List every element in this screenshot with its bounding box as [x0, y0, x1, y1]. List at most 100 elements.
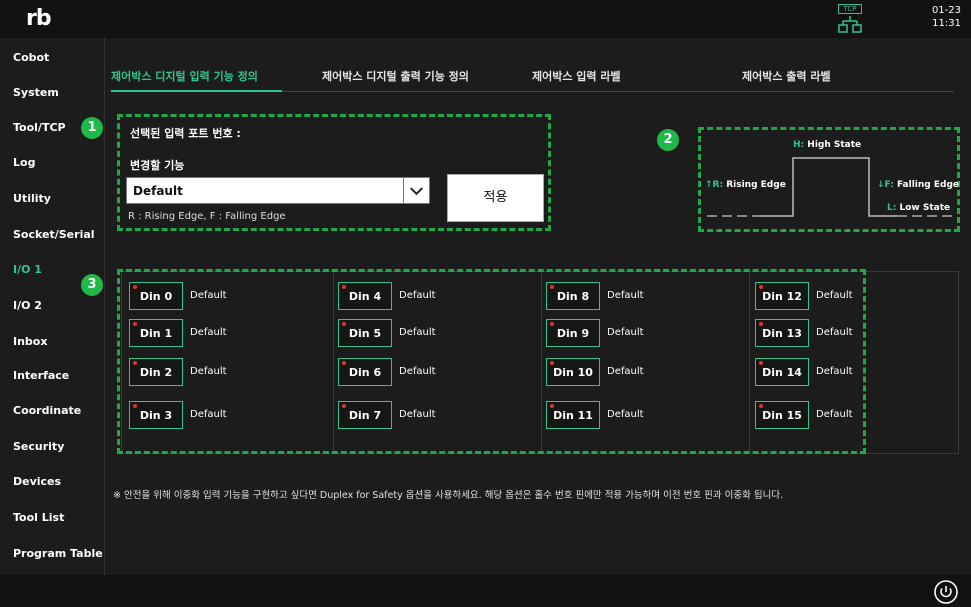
din-label: Din 11: [553, 409, 593, 422]
sidebar-item-interface[interactable]: Interface: [13, 369, 69, 382]
apply-button[interactable]: 적용: [447, 174, 544, 222]
status-indicator-icon: [759, 285, 763, 289]
signal-diagram: H: High State ↑R: Rising Edge ↓F: Fallin…: [698, 127, 960, 232]
status-indicator-icon: [759, 361, 763, 365]
sidebar-item-tool-tcp[interactable]: Tool/TCP: [13, 121, 66, 134]
sidebar-item-socket-serial[interactable]: Socket/Serial: [13, 228, 95, 241]
din-5-function: Default: [399, 327, 436, 338]
din-6-button[interactable]: Din 6: [338, 358, 392, 386]
function-label: 변경할 기능: [130, 159, 185, 172]
tab-input-label[interactable]: 제어박스 입력 라벨: [532, 68, 621, 84]
din-9-button[interactable]: Din 9: [546, 319, 600, 347]
high-letter: H:: [793, 140, 805, 150]
badge-2: 2: [657, 129, 679, 151]
din-label: Din 4: [348, 290, 382, 303]
badge-3: 3: [81, 274, 103, 296]
din-9-function: Default: [607, 327, 644, 338]
input-grid-section: [117, 269, 866, 454]
din-0-button[interactable]: Din 0: [129, 282, 183, 310]
din-label: Din 1: [139, 327, 173, 340]
high-state-label: H: High State: [793, 140, 861, 150]
din-5-button[interactable]: Din 5: [338, 319, 392, 347]
sidebar-item-i-o-2[interactable]: I/O 2: [13, 299, 42, 312]
low-text: Low State: [899, 203, 951, 213]
status-indicator-icon: [342, 322, 346, 326]
status-indicator-icon: [550, 361, 554, 365]
sidebar-item-tool-list[interactable]: Tool List: [13, 511, 64, 524]
din-4-button[interactable]: Din 4: [338, 282, 392, 310]
din-label: Din 8: [556, 290, 590, 303]
din-label: Din 5: [348, 327, 382, 340]
din-15-function: Default: [816, 409, 853, 420]
app-logo: rb: [26, 6, 52, 31]
din-0-function: Default: [190, 290, 227, 301]
din-7-button[interactable]: Din 7: [338, 401, 392, 429]
din-12-function: Default: [816, 290, 853, 301]
din-7-function: Default: [399, 409, 436, 420]
power-icon[interactable]: [934, 580, 958, 604]
time-text: 11:31: [932, 18, 961, 29]
din-13-button[interactable]: Din 13: [755, 319, 809, 347]
status-indicator-icon: [342, 361, 346, 365]
sidebar-item-i-o-1[interactable]: I/O 1: [13, 263, 42, 276]
status-indicator-icon: [759, 322, 763, 326]
din-14-button[interactable]: Din 14: [755, 358, 809, 386]
tab-digital-input[interactable]: 제어박스 디지털 입력 기능 정의: [111, 68, 258, 84]
din-label: Din 10: [553, 366, 593, 379]
sidebar-item-devices[interactable]: Devices: [13, 475, 61, 488]
din-10-button[interactable]: Din 10: [546, 358, 600, 386]
sidebar-item-inbox[interactable]: Inbox: [13, 335, 47, 348]
din-3-button[interactable]: Din 3: [129, 401, 183, 429]
status-indicator-icon: [342, 285, 346, 289]
chevron-down-icon[interactable]: [403, 178, 429, 203]
din-2-function: Default: [190, 366, 227, 377]
low-state-label: L: Low State: [887, 203, 950, 213]
sidebar-item-coordinate[interactable]: Coordinate: [13, 404, 81, 417]
sidebar-item-log[interactable]: Log: [13, 156, 35, 169]
status-indicator-icon: [550, 404, 554, 408]
tcp-label: TCP: [838, 4, 862, 14]
falling-letter: ↓F:: [877, 180, 894, 190]
datetime: 01-23 11:31: [932, 4, 961, 30]
din-12-button[interactable]: Din 12: [755, 282, 809, 310]
rising-text: Rising Edge: [726, 180, 786, 190]
sidebar-item-security[interactable]: Security: [13, 440, 64, 453]
sidebar-item-utility[interactable]: Utility: [13, 192, 51, 205]
sidebar-item-system[interactable]: System: [13, 86, 59, 99]
din-label: Din 6: [348, 366, 382, 379]
din-1-button[interactable]: Din 1: [129, 319, 183, 347]
din-2-button[interactable]: Din 2: [129, 358, 183, 386]
status-indicator-icon: [342, 404, 346, 408]
low-letter: L:: [887, 203, 897, 213]
din-label: Din 14: [762, 366, 802, 379]
config-section: 선택된 입력 포트 번호 : 변경할 기능 Default 적용 R : Ris…: [117, 114, 551, 231]
din-label: Din 0: [139, 290, 173, 303]
top-bar: rb TCP 01-23 11:31: [0, 0, 971, 38]
screen: rb TCP 01-23 11:31 Cobot System Tool/TCP Lo…: [0, 0, 971, 607]
high-text: High State: [807, 140, 862, 150]
din-15-button[interactable]: Din 15: [755, 401, 809, 429]
tcp-network-icon[interactable]: TCP: [838, 4, 862, 34]
edge-note: R : Rising Edge, F : Falling Edge: [128, 211, 286, 222]
din-14-function: Default: [816, 366, 853, 377]
active-tab-indicator: [111, 90, 282, 92]
din-10-function: Default: [607, 366, 644, 377]
network-icon: [838, 16, 862, 33]
din-11-button[interactable]: Din 11: [546, 401, 600, 429]
din-8-function: Default: [607, 290, 644, 301]
din-label: Din 12: [762, 290, 802, 303]
tab-digital-output[interactable]: 제어박스 디지털 출력 기능 정의: [322, 68, 469, 84]
sidebar-item-cobot[interactable]: Cobot: [13, 51, 49, 64]
falling-edge-label: ↓F: Falling Edge: [877, 180, 959, 190]
footnote: ※ 안전을 위해 이중화 입력 기능을 구현하고 싶다면 Duplex for …: [113, 490, 784, 501]
status-indicator-icon: [133, 404, 137, 408]
din-8-button[interactable]: Din 8: [546, 282, 600, 310]
din-6-function: Default: [399, 366, 436, 377]
sidebar-item-program-table[interactable]: Program Table: [13, 547, 103, 560]
din-label: Din 9: [556, 327, 590, 340]
bottom-bar: [0, 575, 971, 607]
main-panel: 제어박스 디지털 입력 기능 정의 제어박스 디지털 출력 기능 정의 제어박스…: [81, 38, 971, 575]
function-select[interactable]: Default: [126, 177, 430, 204]
function-select-value: Default: [133, 184, 183, 198]
tab-output-label[interactable]: 제어박스 출력 라벨: [742, 68, 831, 84]
